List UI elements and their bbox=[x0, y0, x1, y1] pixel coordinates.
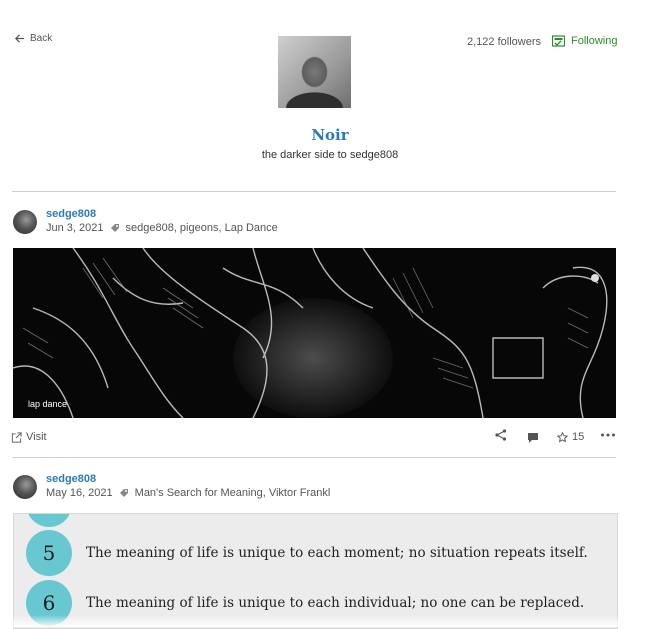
post-author-avatar[interactable] bbox=[13, 210, 37, 234]
more-button[interactable] bbox=[600, 428, 616, 447]
tag-icon bbox=[110, 224, 119, 232]
star-icon bbox=[557, 431, 568, 442]
post-tags[interactable]: Man's Search for Meaning, Viktor Frankl bbox=[135, 487, 331, 499]
pigeons-artwork bbox=[13, 248, 616, 418]
post-image[interactable]: lap dance bbox=[13, 248, 616, 418]
like-button[interactable]: 15 bbox=[557, 431, 584, 443]
reblog-icon bbox=[528, 433, 538, 443]
divider bbox=[12, 457, 616, 458]
blog-description: the darker side to sedge808 bbox=[261, 149, 399, 161]
tag-icon bbox=[119, 489, 128, 497]
blog-title[interactable]: Noir bbox=[0, 126, 660, 144]
like-count: 15 bbox=[572, 431, 585, 443]
quote-text: The meaning of life is unique to each in… bbox=[86, 595, 585, 611]
share-button[interactable] bbox=[495, 428, 507, 446]
back-label: Back bbox=[30, 33, 53, 44]
bottom-fade bbox=[0, 615, 660, 627]
post-author[interactable]: sedge808 bbox=[46, 473, 96, 485]
post-tags[interactable]: sedge808, pigeons, Lap Dance bbox=[126, 222, 278, 234]
post-author-avatar[interactable] bbox=[13, 475, 37, 499]
following-button[interactable]: Following bbox=[552, 35, 617, 47]
divider bbox=[12, 191, 616, 192]
reblog-button[interactable] bbox=[527, 431, 539, 449]
post-image[interactable]: 5 The meaning of life is unique to each … bbox=[13, 513, 618, 629]
quote-text: The meaning of life is unique to each mo… bbox=[86, 545, 588, 561]
back-button[interactable]: Back bbox=[14, 33, 52, 44]
image-caption: lap dance bbox=[28, 399, 68, 409]
blog-avatar[interactable] bbox=[278, 36, 351, 108]
followers-count: 2,122 followers bbox=[467, 36, 541, 48]
following-label: Following bbox=[571, 35, 618, 47]
following-icon bbox=[552, 35, 565, 47]
quote-number: 5 bbox=[26, 530, 72, 576]
post-date: Jun 3, 2021 bbox=[46, 222, 104, 234]
back-arrow-icon bbox=[14, 34, 25, 43]
visit-label: Visit bbox=[26, 431, 47, 443]
visit-link[interactable]: Visit bbox=[11, 431, 47, 443]
share-icon bbox=[495, 429, 507, 441]
post-meta: Jun 3, 2021 sedge808, pigeons, Lap Dance bbox=[46, 222, 278, 234]
post-date: May 16, 2021 bbox=[46, 487, 113, 499]
external-link-icon bbox=[11, 431, 22, 443]
post-author[interactable]: sedge808 bbox=[46, 208, 96, 220]
quote-number-partial bbox=[26, 514, 72, 527]
more-icon bbox=[601, 433, 615, 437]
post-meta: May 16, 2021 Man's Search for Meaning, V… bbox=[46, 487, 330, 499]
